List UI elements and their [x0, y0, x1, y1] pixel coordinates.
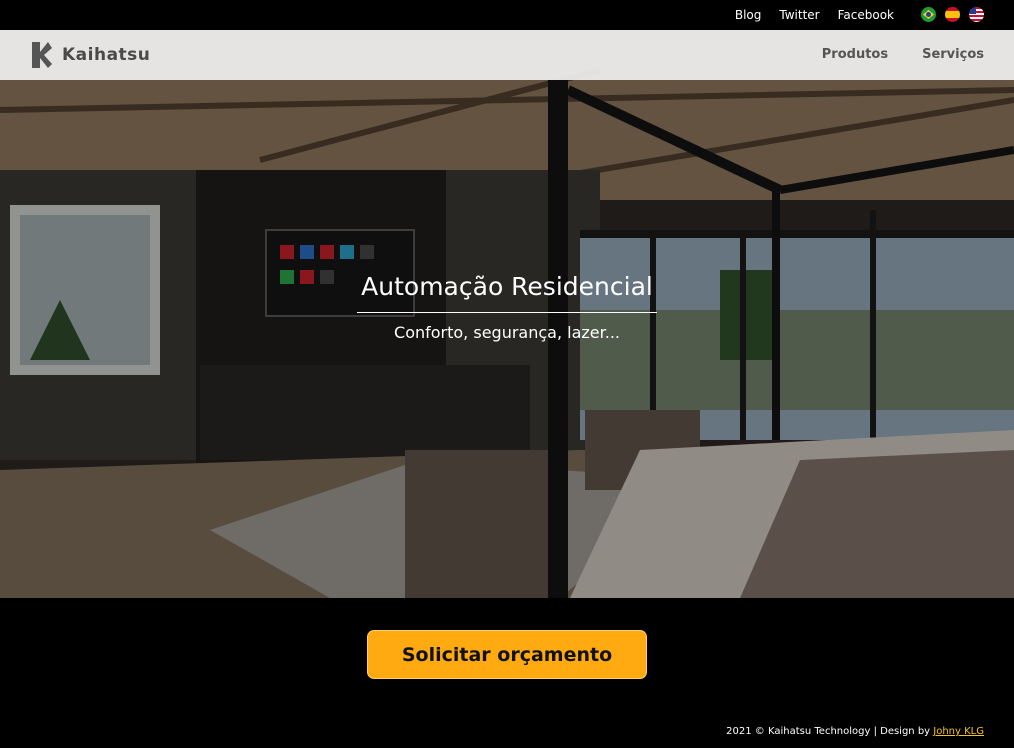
hero-image [0, 30, 1014, 598]
hero-overlay [0, 30, 1014, 598]
brand-name: Kaihatsu [62, 45, 151, 65]
nav-servicos[interactable]: Serviços [922, 47, 984, 62]
kaihatsu-logo-icon [32, 42, 52, 68]
hero-divider [357, 312, 657, 313]
spain-flag-icon[interactable] [945, 7, 960, 22]
hero-subtitle: Conforto, segurança, lazer... [394, 323, 620, 342]
footer: 2021 © Kaihatsu Technology | Design by J… [726, 726, 984, 737]
social-links: Blog Twitter Facebook [735, 8, 894, 22]
site-header: Kaihatsu Produtos Serviços [0, 30, 1014, 80]
top-bar: Blog Twitter Facebook [0, 0, 1014, 30]
footer-copyright: 2021 © Kaihatsu Technology | Design by [726, 726, 934, 737]
blog-link[interactable]: Blog [735, 8, 762, 22]
designer-link[interactable]: Johny KLG [933, 726, 984, 737]
nav-produtos[interactable]: Produtos [822, 47, 888, 62]
main-nav: Produtos Serviços [822, 47, 984, 62]
language-selector [921, 7, 984, 22]
usa-flag-icon[interactable] [969, 7, 984, 22]
hero-title: Automação Residencial [361, 272, 653, 301]
request-quote-button[interactable]: Solicitar orçamento [367, 630, 647, 679]
facebook-link[interactable]: Facebook [838, 8, 894, 22]
brazil-flag-icon[interactable] [921, 7, 936, 22]
twitter-link[interactable]: Twitter [779, 8, 819, 22]
brand-logo[interactable]: Kaihatsu [30, 40, 150, 70]
